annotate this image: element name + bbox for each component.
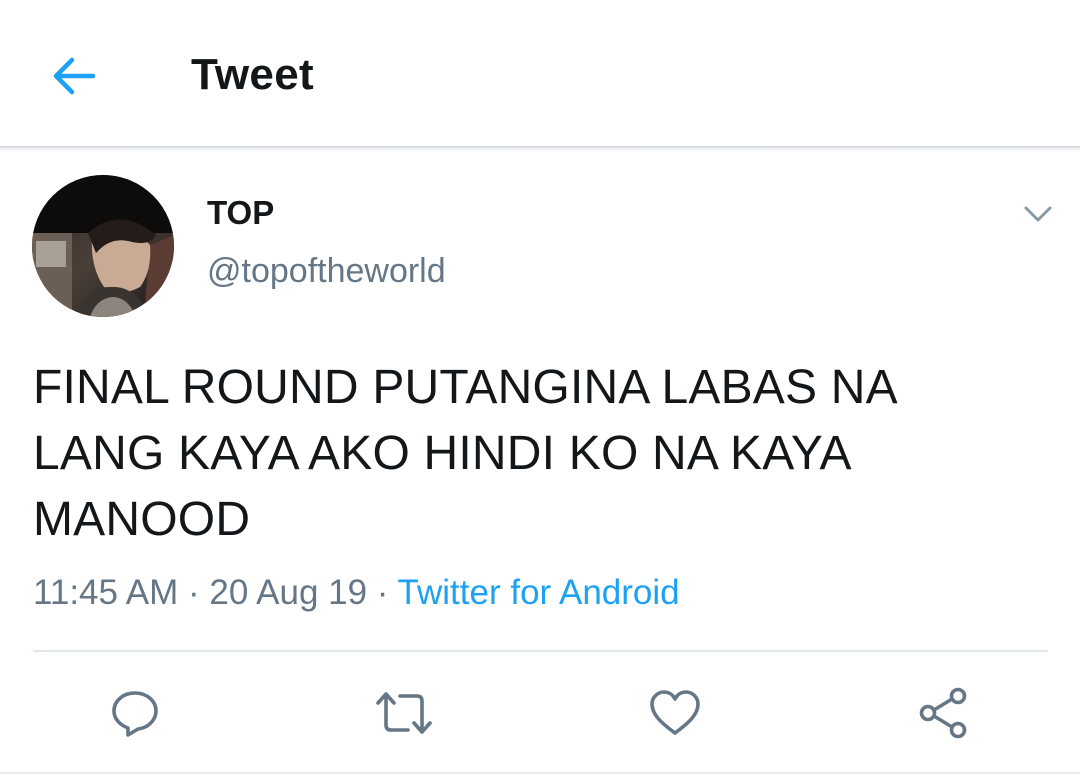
- reply-icon: [112, 691, 158, 737]
- meta-separator: ·: [188, 573, 200, 612]
- meta-separator: ·: [376, 573, 389, 612]
- reply-button[interactable]: [105, 683, 165, 743]
- author-name[interactable]: TOP: [207, 194, 274, 232]
- like-button[interactable]: [645, 683, 705, 743]
- like-icon: [650, 690, 700, 735]
- share-button[interactable]: [914, 683, 974, 743]
- divider: [33, 650, 1048, 652]
- tweet-menu-button[interactable]: [1016, 196, 1060, 232]
- page-title: Tweet: [191, 50, 314, 99]
- tweet-source-link[interactable]: Twitter for Android: [398, 573, 680, 612]
- tweet-detail-screen: Tweet TOP @topoftheworld FINAL ROUND PUT…: [0, 0, 1080, 780]
- avatar-photo: [32, 175, 174, 317]
- header-divider: [0, 146, 1080, 152]
- author-handle[interactable]: @topoftheworld: [207, 252, 446, 291]
- arrow-left-icon: [53, 57, 96, 95]
- share-icon: [919, 687, 967, 739]
- retweet-icon: [376, 692, 432, 734]
- tweet-date: 20 Aug 19: [209, 573, 368, 612]
- tweet-time: 11:45 AM: [33, 573, 179, 612]
- tweet-meta: 11:45 AM · 20 Aug 19 · Twitter for Andro…: [33, 573, 680, 613]
- tweet-text: FINAL ROUND PUTANGINA LABAS NA LANG KAYA…: [33, 361, 896, 546]
- chevron-down-icon: [1024, 206, 1052, 222]
- bottom-divider: [0, 772, 1080, 774]
- app-header: Tweet: [0, 0, 1080, 148]
- avatar[interactable]: [32, 175, 174, 317]
- back-button[interactable]: [44, 48, 104, 104]
- retweet-button[interactable]: [374, 683, 434, 743]
